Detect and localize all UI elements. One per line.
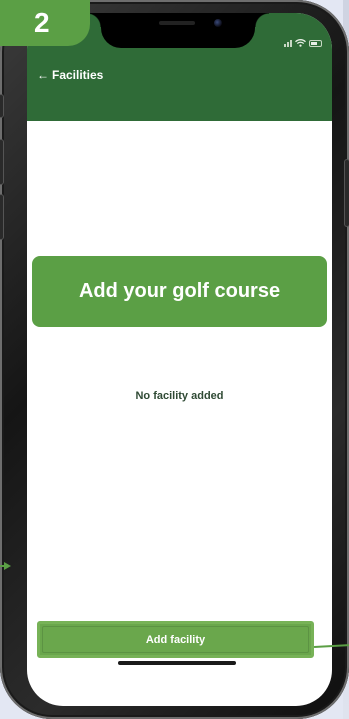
signal-icon xyxy=(284,39,292,47)
add-facility-label: Add facility xyxy=(145,633,206,646)
camera-icon xyxy=(214,19,222,27)
phone-frame: ← Facilities No facility added xyxy=(0,0,349,719)
step-number: 2 xyxy=(34,7,50,38)
back-label[interactable]: Facilities xyxy=(52,68,103,82)
add-facility-button[interactable]: Add facility xyxy=(37,621,314,658)
arrow-left-icon[interactable]: ← xyxy=(37,69,49,81)
phone-notch xyxy=(87,13,269,48)
wifi-icon xyxy=(295,39,306,47)
tutorial-callout: Add your golf course xyxy=(32,256,327,327)
mute-switch xyxy=(0,95,3,117)
left-pointer-arrowhead xyxy=(4,562,11,570)
volume-up-button xyxy=(0,140,3,184)
home-indicator[interactable] xyxy=(118,661,236,665)
callout-text: Add your golf course xyxy=(78,280,281,302)
status-bar-icons xyxy=(284,39,322,47)
phone-screen: ← Facilities No facility added xyxy=(27,13,332,706)
back-nav[interactable]: ← Facilities xyxy=(37,68,103,82)
volume-down-button xyxy=(0,195,3,239)
step-badge: 2 xyxy=(0,0,90,46)
battery-icon xyxy=(309,39,322,47)
empty-state-text: No facility added xyxy=(135,390,224,402)
speaker-grille xyxy=(159,21,195,25)
power-button xyxy=(345,160,349,226)
